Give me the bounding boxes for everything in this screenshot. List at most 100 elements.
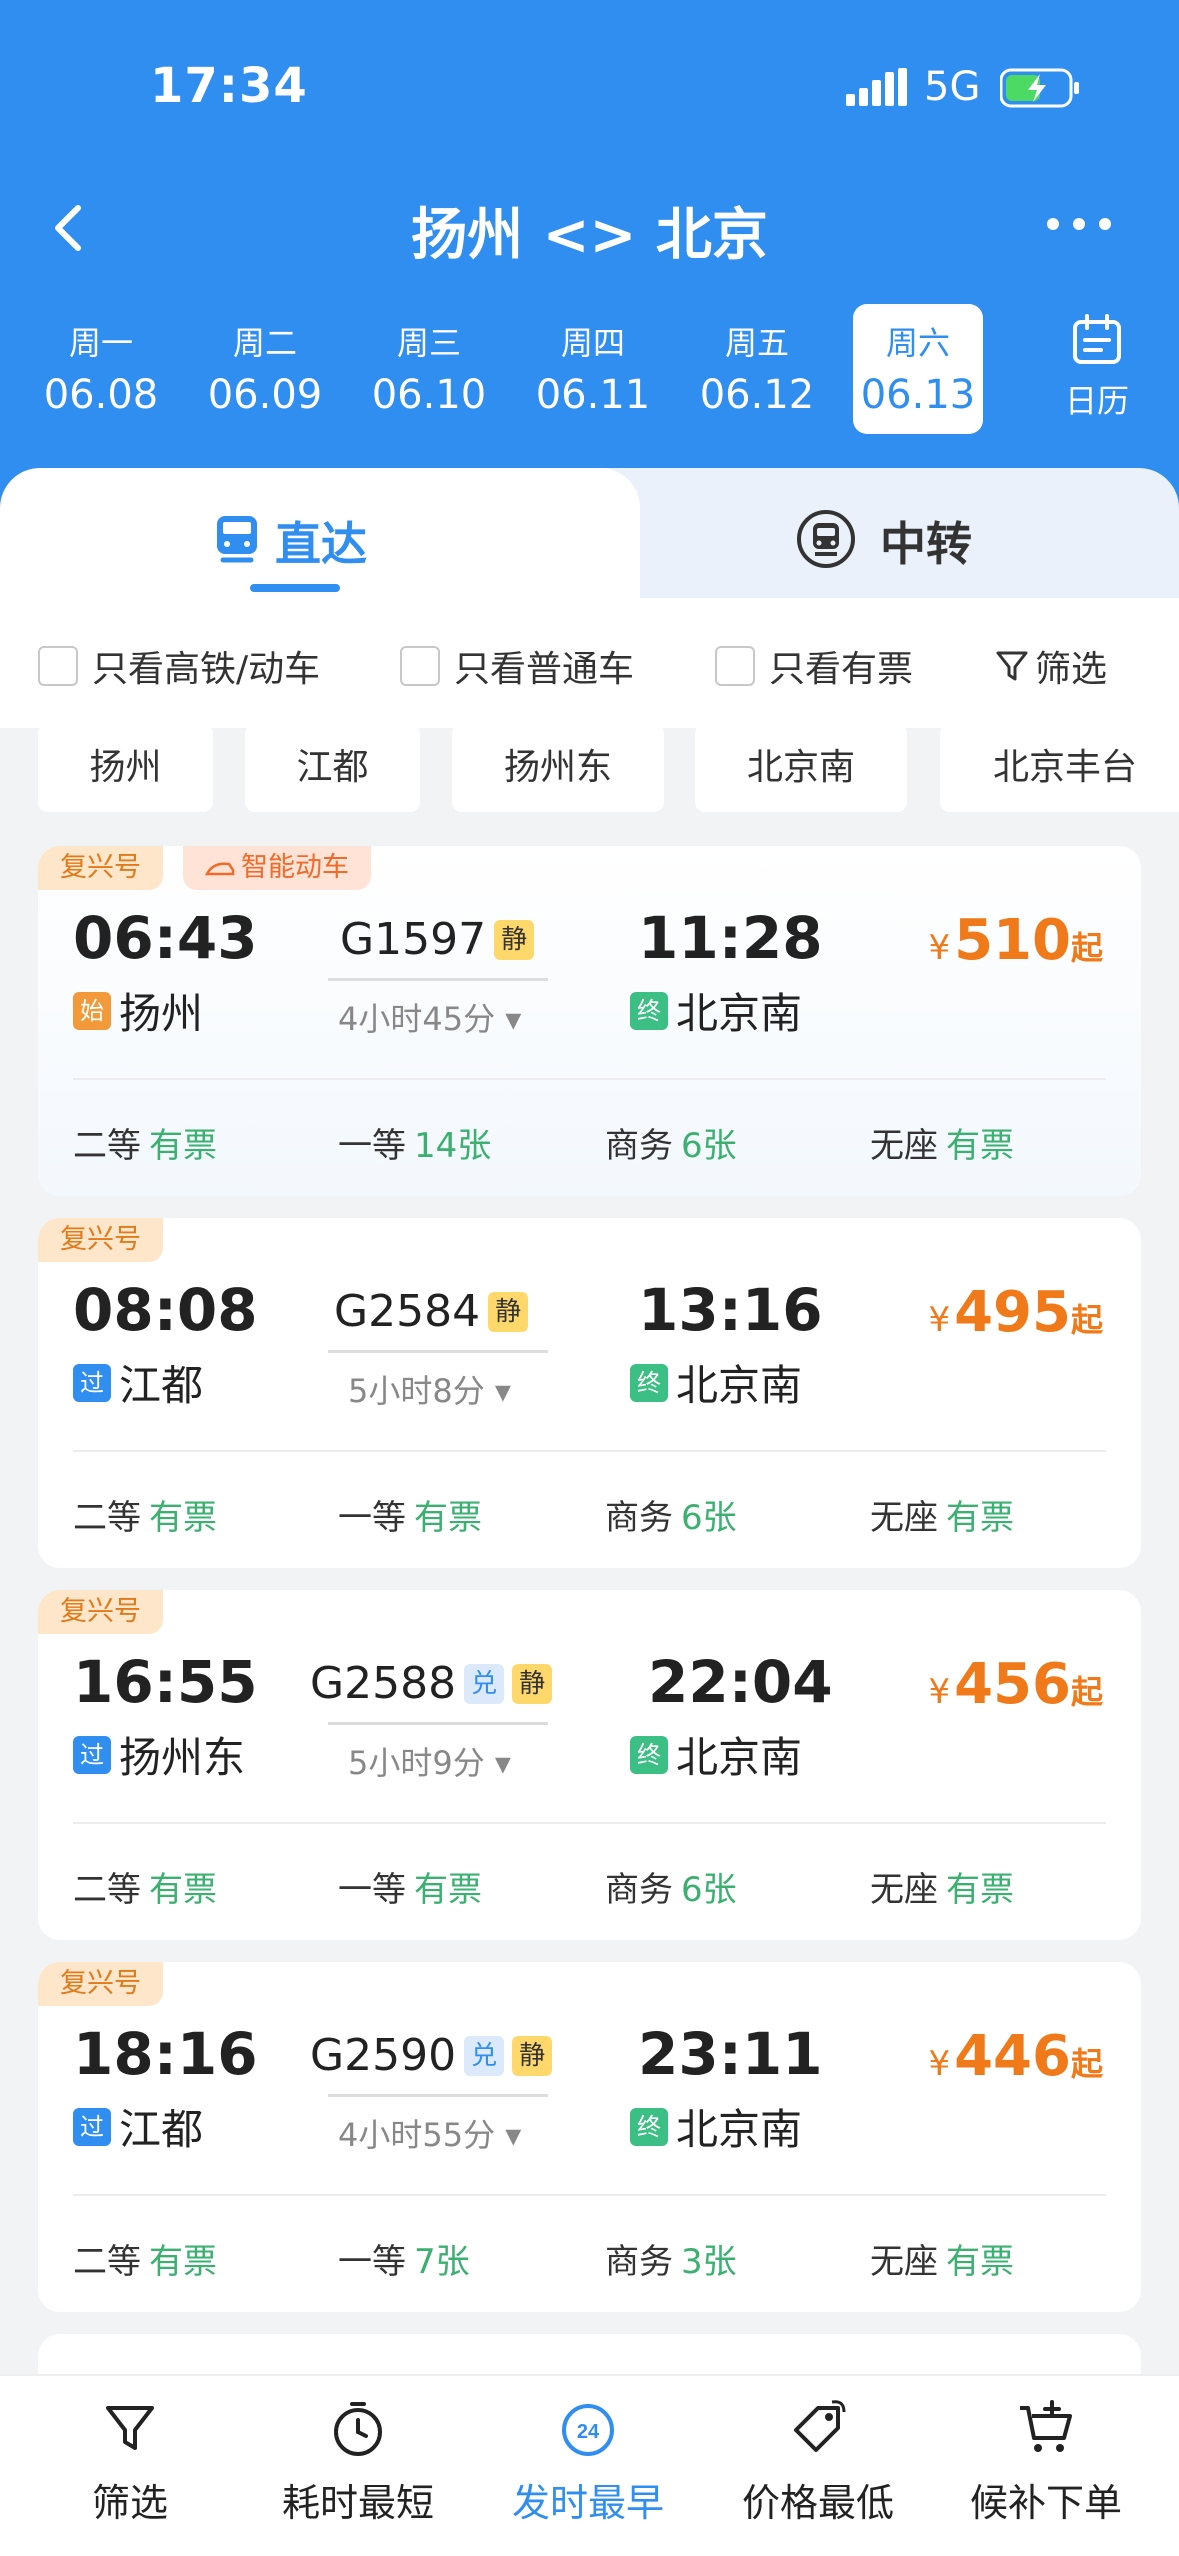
date-item[interactable]: 周四 06.11	[528, 304, 658, 434]
divider	[73, 1078, 1106, 1080]
quiet-tag: 静	[512, 1663, 553, 1704]
filter-gaotie-checkbox[interactable]: 只看高铁/动车	[38, 640, 320, 692]
station-chip[interactable]: 北京丰台	[940, 724, 1179, 812]
filter-putong-checkbox[interactable]: 只看普通车	[400, 640, 634, 692]
date-item[interactable]: 周一 06.08	[36, 304, 166, 434]
route-line	[328, 2094, 548, 2097]
date-weekday: 周二	[232, 324, 297, 362]
train-number-text: G2588	[310, 1658, 457, 1709]
station-chip[interactable]: 北京南	[695, 724, 907, 812]
more-icon[interactable]	[1039, 204, 1119, 244]
price-amount: 456	[954, 1652, 1071, 1717]
transfer-train-icon	[795, 508, 857, 574]
date-value: 06.10	[371, 372, 487, 418]
end-mark: 终	[630, 2107, 668, 2146]
to-station: 终北京南	[630, 1352, 802, 1413]
sort-cheapest-button[interactable]: 价格最低	[718, 2396, 918, 2527]
calendar-button[interactable]: 日历	[1015, 300, 1179, 440]
sort-shortest-button[interactable]: 耗时最短	[258, 2396, 458, 2527]
filter-button-label: 筛选	[1035, 649, 1108, 690]
seat-business: 商务 6张	[605, 1862, 737, 1911]
date-value: 06.08	[43, 372, 159, 418]
to-station-name: 北京南	[676, 989, 803, 1038]
sort-shortest-label: 耗时最短	[281, 2481, 434, 2525]
date-item-selected[interactable]: 周六 06.13	[853, 304, 983, 434]
seat-standing: 无座 有票	[870, 1118, 1014, 1167]
price: ¥456 起	[928, 1652, 1103, 1717]
price-amount: 510	[954, 908, 1071, 973]
seat-availability: 3张	[681, 2242, 737, 2282]
seat-second: 二等 有票	[73, 1862, 217, 1911]
seat-business: 商务 6张	[605, 1490, 737, 1539]
price-amount: 495	[954, 1280, 1071, 1345]
checkbox[interactable]	[400, 646, 440, 686]
quiet-tag: 静	[512, 2035, 553, 2076]
stopwatch-icon	[258, 2396, 458, 2466]
seat-availability: 6张	[681, 1126, 737, 1166]
route-line	[328, 1722, 548, 1725]
from-station: 过江都	[73, 1352, 203, 1413]
bottom-filter-button[interactable]: 筛选	[30, 2396, 230, 2527]
checkbox[interactable]	[38, 646, 78, 686]
tab-direct[interactable]: 直达	[0, 468, 640, 598]
price-tag-icon	[718, 2396, 918, 2466]
date-value: 06.11	[535, 372, 651, 418]
sort-earliest-label: 发时最早	[511, 2481, 664, 2525]
tab-transfer[interactable]: 中转	[580, 468, 1179, 598]
train-number: G2584 静	[334, 1286, 529, 1337]
triangle-down-icon: ▾	[494, 1744, 511, 1782]
seat-second: 二等 有票	[73, 2234, 217, 2283]
date-item[interactable]: 周五 06.12	[692, 304, 822, 434]
date-item[interactable]: 周二 06.09	[200, 304, 330, 434]
pass-mark: 过	[73, 1735, 111, 1774]
price-currency: ¥	[928, 928, 951, 968]
tab-underline	[250, 584, 340, 592]
checkbox[interactable]	[715, 646, 755, 686]
departure-time: 16:55	[73, 1648, 258, 1716]
signal-icon	[846, 68, 908, 112]
seat-type: 商务	[605, 2242, 673, 2282]
train-card[interactable]: 复兴号 08:08 G2584 静 5小时8分 ▾ 13:16 过江都 终北京南…	[38, 1218, 1141, 1568]
price: ¥446 起	[928, 2024, 1103, 2089]
train-card[interactable]: 复兴号 智能动车 06:43 G1597 静 4小时45分 ▾ 11:28 始扬…	[38, 846, 1141, 1196]
seat-type: 一等	[338, 2242, 406, 2282]
quiet-tag: 静	[488, 1291, 529, 1332]
nav-bar: 扬州 <> 北京	[0, 180, 1179, 280]
seat-availability: 6张	[681, 1870, 737, 1910]
route-title: 扬州 <> 北京	[411, 203, 768, 268]
seat-type: 一等	[338, 1870, 406, 1910]
date-item[interactable]: 周三 06.10	[364, 304, 494, 434]
train-card[interactable]: 复兴号 16:55 G2588 兑 静 5小时9分 ▾ 22:04 过扬州东 终…	[38, 1590, 1141, 1940]
station-chip[interactable]: 扬州	[38, 724, 213, 812]
from-station-name: 江都	[119, 1361, 204, 1410]
duration-text: 4小时55分	[338, 2116, 496, 2154]
divider	[73, 2194, 1106, 2196]
filter-youpiao-checkbox[interactable]: 只看有票	[715, 640, 913, 692]
seat-type: 无座	[870, 2242, 938, 2282]
fuxing-badge: 复兴号	[38, 1218, 163, 1262]
seat-availability: 7张	[414, 2242, 470, 2282]
seat-type: 二等	[73, 1126, 141, 1166]
duration-dropdown[interactable]: 4小时45分 ▾	[338, 994, 521, 1040]
duration-dropdown[interactable]: 5小时8分 ▾	[348, 1366, 511, 1412]
smart-train-badge: 智能动车	[183, 846, 371, 890]
station-chip[interactable]: 江都	[245, 724, 420, 812]
departure-time: 18:16	[73, 2020, 258, 2088]
exchange-tag: 兑	[464, 1663, 505, 1704]
price-suffix: 起	[1070, 1301, 1103, 1339]
waitlist-button[interactable]: 候补下单	[946, 2396, 1146, 2527]
seat-first: 一等 7张	[338, 2234, 470, 2283]
train-card[interactable]: 复兴号 18:16 G2590 兑 静 4小时55分 ▾ 23:11 过江都 终…	[38, 1962, 1141, 2312]
seat-standing: 无座 有票	[870, 1862, 1014, 1911]
seat-availability: 有票	[414, 1870, 482, 1910]
seat-second: 二等 有票	[73, 1118, 217, 1167]
duration-dropdown[interactable]: 5小时9分 ▾	[348, 1738, 511, 1784]
from-station-name: 江都	[119, 2105, 204, 2154]
duration-dropdown[interactable]: 4小时55分 ▾	[338, 2110, 521, 2156]
sort-cheapest-label: 价格最低	[741, 2481, 894, 2525]
station-chip[interactable]: 扬州东	[452, 724, 664, 812]
triangle-down-icon: ▾	[505, 1000, 522, 1038]
sort-earliest-button[interactable]: 24 发时最早	[488, 2396, 688, 2527]
filter-gaotie-label: 只看高铁/动车	[92, 649, 321, 690]
filter-button[interactable]: 筛选	[995, 640, 1107, 692]
